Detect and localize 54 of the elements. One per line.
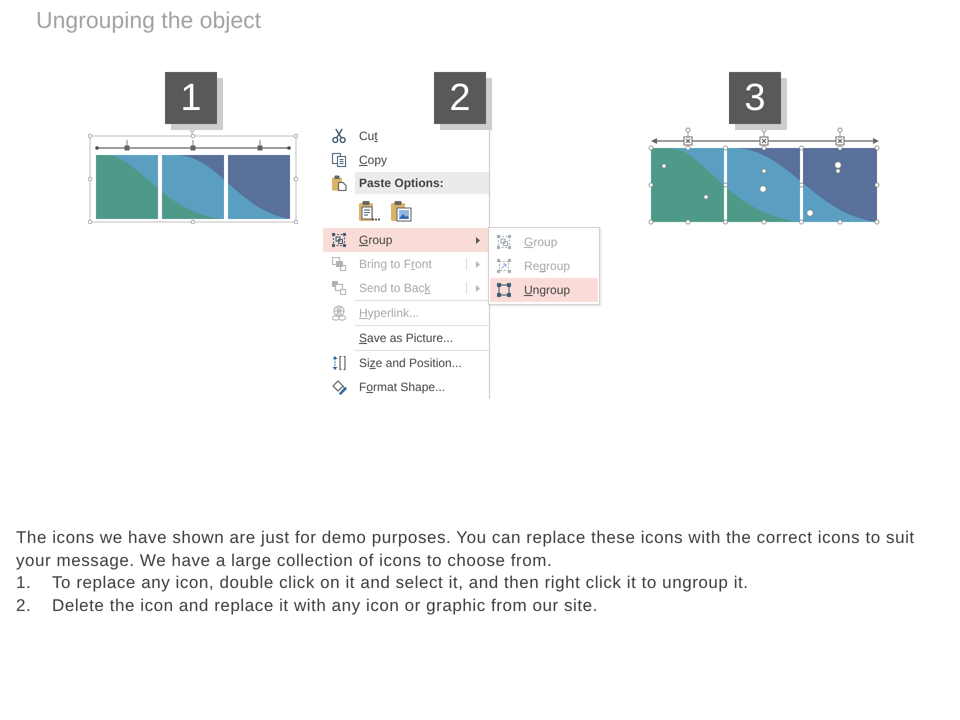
- note-paragraph: The icons we have shown are just for demo purposes. You can replace these icons with the correct icons to suit your message. We have a large collection of icons to choose from.: [16, 527, 916, 572]
- resize-arrows-icon: [331, 355, 347, 371]
- selection-handle[interactable]: [662, 164, 666, 168]
- list-item-text: To replace any icon, double click on it and select it, and then right click it to ungroup it.: [52, 572, 749, 594]
- slide-title: Ungrouping the object: [36, 6, 262, 34]
- selection-handle[interactable]: [723, 182, 728, 188]
- list-number: 2.: [16, 594, 32, 616]
- list-item-text: Delete the icon and replace it with any icon or graphic from our site.: [52, 594, 598, 616]
- selection-handle[interactable]: [762, 168, 766, 174]
- menu-item[interactable]: Format Shape...: [323, 375, 489, 399]
- menu-item[interactable]: Copy: [323, 148, 489, 172]
- stacked-squares-icon: [331, 256, 347, 272]
- menu-item[interactable]: Save as Picture...: [323, 326, 489, 350]
- selection-handle[interactable]: [686, 220, 690, 224]
- globe-link-icon: [331, 305, 347, 321]
- selection-handle[interactable]: [686, 146, 690, 150]
- scissors-icon: [331, 128, 347, 144]
- step-number-badge: 1: [165, 72, 217, 124]
- wave-tile: [162, 155, 224, 219]
- menu-item[interactable]: Ungroup: [490, 278, 598, 302]
- clipboard-icon: [331, 175, 347, 191]
- selection-handle[interactable]: [762, 220, 766, 224]
- selection-handle[interactable]: [648, 182, 654, 188]
- selection-handle[interactable]: [723, 220, 728, 224]
- selection-handle[interactable]: [723, 146, 728, 150]
- menu-item[interactable]: Size and Position...: [323, 351, 489, 375]
- step-number-badge: 2: [434, 72, 486, 124]
- selection-handle[interactable]: [762, 146, 766, 150]
- list-number: 1.: [16, 572, 32, 594]
- selection-handle[interactable]: [759, 185, 767, 193]
- selection-handle[interactable]: [648, 146, 654, 150]
- wave-tile: [228, 155, 290, 219]
- paint-bucket-icon: [331, 379, 347, 395]
- selection-handle[interactable]: [838, 146, 842, 150]
- selection-handle[interactable]: [799, 146, 804, 150]
- copy-icon: [331, 152, 347, 168]
- grouped-shapes-icon: [331, 232, 347, 248]
- stacked-squares-icon: [331, 280, 347, 296]
- selection-handle[interactable]: [704, 194, 708, 200]
- selection-handle[interactable]: [874, 146, 880, 150]
- selection-handle[interactable]: [648, 220, 654, 224]
- menu-item[interactable]: Cut: [323, 124, 489, 148]
- step-number-badge: 3: [729, 72, 781, 124]
- paste-options-header: Paste Options:: [355, 172, 489, 194]
- clipboard-text-icon[interactable]: [358, 200, 380, 222]
- wave-tile: [96, 155, 158, 219]
- selection-handle[interactable]: [874, 182, 880, 188]
- selection-handle[interactable]: [838, 220, 842, 224]
- clipboard-picture-icon[interactable]: [390, 200, 412, 222]
- selection-handle[interactable]: [799, 182, 804, 188]
- grouped-shapes-icon: [496, 234, 512, 250]
- selection-frame-icon: [496, 282, 512, 298]
- selection-handle[interactable]: [874, 220, 880, 224]
- menu-item[interactable]: Group: [323, 228, 489, 252]
